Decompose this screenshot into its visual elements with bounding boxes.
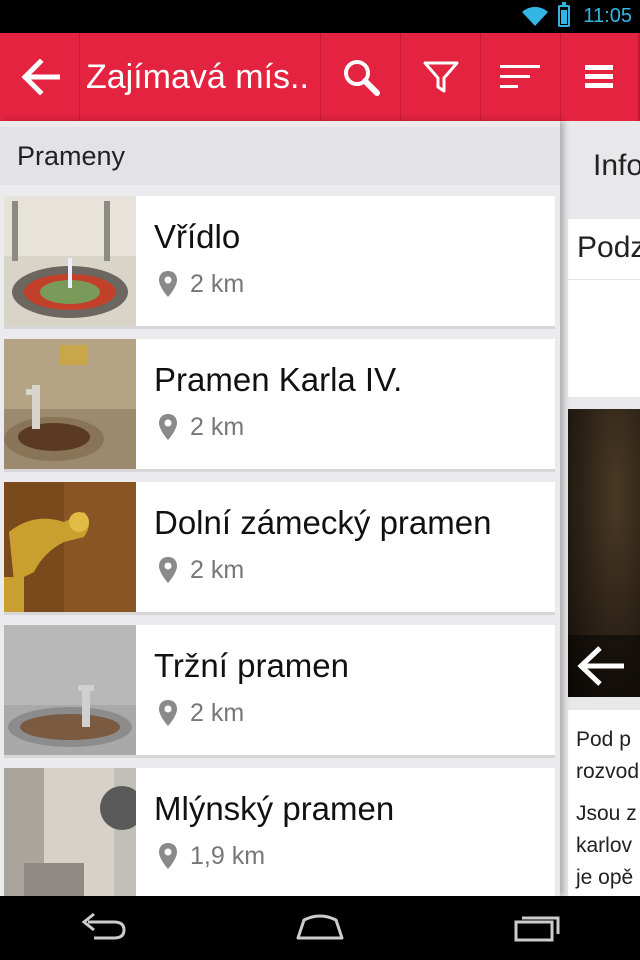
search-icon: [344, 60, 380, 96]
place-name: Dolní zámecký pramen: [154, 504, 492, 541]
sort-icon: [499, 65, 540, 88]
action-bar: Zajímavá mís..: [0, 33, 560, 121]
back-arrow-icon: [21, 59, 60, 95]
detail-text-line: rozvod: [576, 760, 640, 783]
detail-panel: Info Podz Pod p rozvod Jsou z karlov je …: [560, 121, 640, 896]
detail-action-bar: [560, 33, 640, 121]
place-distance: 1,9 km: [190, 842, 266, 870]
place-thumbnail: [4, 768, 136, 896]
menu-icon: [585, 65, 613, 88]
menu-button[interactable]: [560, 33, 638, 121]
detail-photo[interactable]: [568, 409, 640, 697]
place-distance: 2 km: [190, 699, 245, 727]
place-name: Mlýnský pramen: [154, 790, 395, 827]
location-pin-icon: [159, 700, 177, 726]
sort-button[interactable]: [481, 33, 560, 121]
list-item[interactable]: Pramen Karla IV. 2 km: [4, 339, 555, 472]
detail-text: Pod p rozvod Jsou z karlov je opě: [568, 710, 640, 896]
search-button[interactable]: [321, 33, 401, 121]
location-pin-icon: [159, 843, 177, 869]
nav-home-icon: [296, 914, 344, 940]
place-thumbnail: [4, 625, 136, 755]
list-item[interactable]: Mlýnský pramen 1,9 km: [4, 768, 555, 896]
detail-text-line: karlov: [576, 834, 633, 857]
status-bar: 11:05: [0, 0, 640, 33]
section-header: Prameny: [0, 127, 560, 185]
nav-recents-button[interactable]: [506, 908, 566, 948]
status-time: 11:05: [583, 5, 632, 27]
place-name: Pramen Karla IV.: [154, 361, 403, 398]
places-list: Prameny Vřídlo 2 km Pramen Karla IV. 2 k…: [0, 121, 560, 896]
list-item[interactable]: Vřídlo 2 km: [4, 196, 555, 329]
detail-card-title: Podz: [577, 231, 640, 264]
nav-home-button[interactable]: [290, 908, 350, 948]
filter-icon: [423, 61, 459, 93]
place-distance: 2 km: [190, 270, 245, 298]
place-thumbnail: [4, 339, 136, 469]
back-button[interactable]: [0, 33, 80, 121]
detail-text-line: je opě: [576, 866, 634, 889]
app-screen: 11:05 Zajímavá mís.. Info Podz Pod p roz…: [0, 0, 640, 960]
nav-back-icon: [81, 912, 126, 940]
system-nav-bar: [0, 896, 640, 960]
place-distance: 2 km: [190, 413, 245, 441]
wifi-icon: [522, 6, 548, 26]
location-pin-icon: [159, 557, 177, 583]
nav-recents-icon: [514, 916, 560, 942]
detail-text-line: Pod p: [576, 728, 631, 751]
left-arrow-icon: [577, 646, 624, 686]
place-distance: 2 km: [190, 556, 245, 584]
list-item[interactable]: Tržní pramen 2 km: [4, 625, 555, 758]
nav-back-button[interactable]: [74, 908, 134, 948]
filter-button[interactable]: [401, 33, 481, 121]
tab-info[interactable]: Info: [560, 121, 640, 209]
page-title: Zajímavá mís..: [86, 58, 309, 96]
battery-icon: [558, 2, 570, 27]
list-item[interactable]: Dolní zámecký pramen 2 km: [4, 482, 555, 615]
detail-text-line: Jsou z: [576, 802, 637, 825]
photo-prev-button[interactable]: [568, 635, 640, 697]
place-name: Vřídlo: [154, 218, 241, 255]
place-thumbnail: [4, 196, 136, 326]
location-pin-icon: [159, 271, 177, 297]
section-title: Prameny: [17, 141, 126, 171]
place-name: Tržní pramen: [154, 647, 350, 684]
tab-info-label: Info: [593, 149, 640, 182]
location-pin-icon: [159, 414, 177, 440]
place-thumbnail: [4, 482, 136, 612]
detail-card: Podz: [568, 219, 640, 397]
